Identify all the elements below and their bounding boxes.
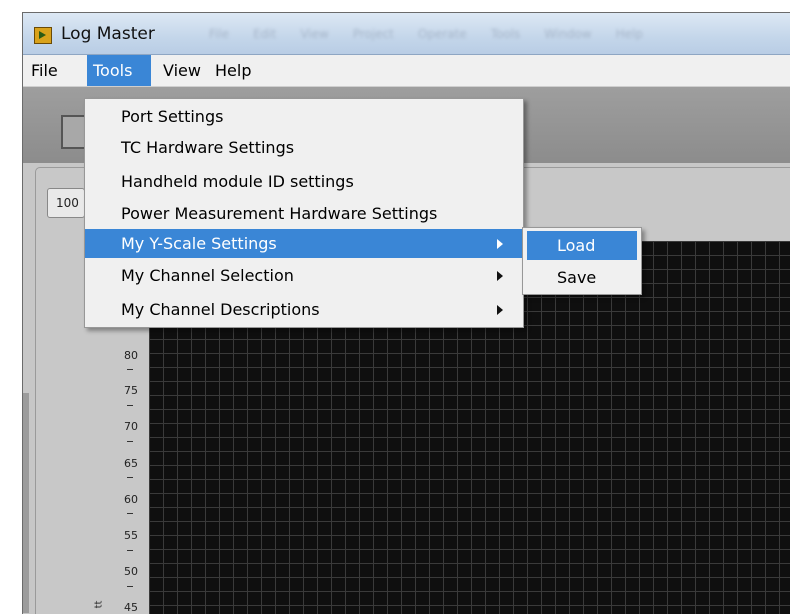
ghost-menu-item: Help (615, 27, 643, 41)
panel-tab-button[interactable]: 100 (47, 188, 85, 218)
menu-item-label: My Channel Descriptions (121, 300, 320, 319)
app-icon (34, 27, 52, 44)
menu-file[interactable]: File (25, 55, 64, 86)
submenu-arrow-icon (497, 239, 503, 249)
y-tick-label: 65 (124, 457, 138, 470)
y-tick-label: 55 (124, 529, 138, 542)
ghost-menu-item: Operate (417, 27, 467, 41)
menu-bar: File Tools View Help (23, 55, 790, 87)
background-window-menu: File Edit View Project Operate Tools Win… (209, 27, 643, 41)
y-tick-label: 50 (124, 565, 138, 578)
ghost-menu-item: Edit (253, 27, 277, 41)
menu-item-label: My Channel Selection (121, 266, 294, 285)
menu-tools[interactable]: Tools (87, 55, 151, 86)
y-tick-label: 80 (124, 349, 138, 362)
menu-item-tc-hardware-settings[interactable]: TC Hardware Settings (85, 133, 523, 162)
y-tick-mark (127, 513, 133, 514)
window-title: Log Master (61, 24, 155, 44)
y-tick-mark (127, 441, 133, 442)
menu-item-label: TC Hardware Settings (121, 138, 295, 157)
y-tick-mark (127, 369, 133, 370)
y-scale-submenu: Load Save (522, 227, 642, 295)
y-tick-mark (127, 477, 133, 478)
ghost-menu-item: Project (352, 27, 394, 41)
menu-item-power-measurement-hardware-settings[interactable]: Power Measurement Hardware Settings (85, 199, 523, 228)
y-tick-label: 70 (124, 420, 138, 433)
menu-item-label: My Y-Scale Settings (121, 234, 277, 253)
y-tick-label: 60 (124, 493, 138, 506)
menu-item-label: Handheld module ID settings (121, 172, 354, 191)
menu-item-my-channel-selection[interactable]: My Channel Selection (85, 261, 523, 290)
menu-item-handheld-module-id-settings[interactable]: Handheld module ID settings (85, 167, 523, 196)
y-tick-mark (127, 550, 133, 551)
menu-item-label: Port Settings (121, 107, 224, 126)
tools-dropdown-menu: Port Settings TC Hardware Settings Handh… (84, 98, 524, 328)
menu-item-port-settings[interactable]: Port Settings (85, 102, 523, 131)
ghost-menu-item: Tools (490, 27, 521, 41)
y-tick-label: 45 (124, 601, 138, 614)
menu-item-label: Power Measurement Hardware Settings (121, 204, 438, 223)
ghost-menu-item: View (300, 27, 329, 41)
submenu-arrow-icon (497, 305, 503, 315)
submenu-item-load[interactable]: Load (527, 231, 637, 260)
title-bar: Log Master File Edit View Project Operat… (23, 13, 790, 55)
y-tick-label: 75 (124, 384, 138, 397)
y-tick-mark (127, 405, 133, 406)
menu-item-my-channel-descriptions[interactable]: My Channel Descriptions (85, 295, 523, 324)
ghost-menu-item: File (209, 27, 230, 41)
menu-item-my-y-scale-settings[interactable]: My Y-Scale Settings (85, 229, 523, 258)
left-edge-strip (23, 393, 29, 613)
ghost-menu-item: Window (544, 27, 592, 41)
y-tick-mark (127, 586, 133, 587)
submenu-arrow-icon (497, 271, 503, 281)
menu-view[interactable]: View (157, 55, 207, 86)
menu-help[interactable]: Help (209, 55, 257, 86)
submenu-item-save[interactable]: Save (527, 263, 637, 292)
y-axis-label: tt (93, 600, 105, 609)
